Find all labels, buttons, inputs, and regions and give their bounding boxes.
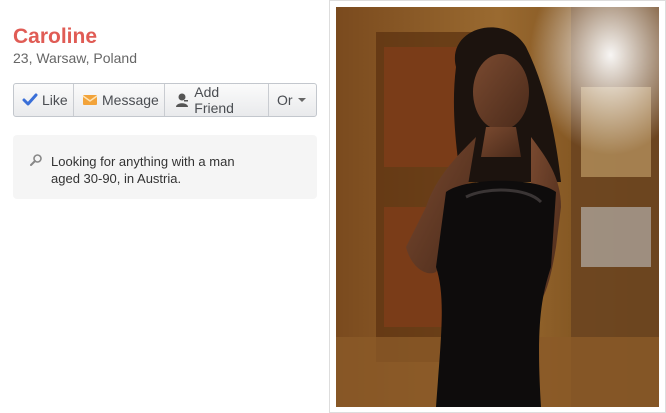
looking-for-box: Looking for anything with a man aged 30-…: [13, 135, 317, 199]
profile-photo[interactable]: [336, 7, 659, 407]
like-label: Like: [42, 92, 68, 108]
chevron-down-icon: [297, 98, 306, 102]
message-label: Message: [102, 92, 159, 108]
add-friend-button[interactable]: Add Friend: [165, 84, 269, 116]
profile-action-group: Like Message Add Friend Or: [13, 83, 317, 117]
like-button[interactable]: Like: [14, 84, 74, 116]
profile-name: Caroline: [13, 25, 98, 48]
checkmark-icon: [22, 92, 38, 108]
person-add-icon: [173, 92, 190, 108]
profile-photo-frame[interactable]: [329, 0, 666, 413]
or-dropdown-button[interactable]: Or: [269, 84, 316, 116]
message-button[interactable]: Message: [74, 84, 165, 116]
or-label: Or: [277, 92, 293, 108]
magnifier-icon: [29, 153, 43, 167]
profile-meta: 23, Warsaw, Poland: [13, 50, 137, 66]
add-friend-label: Add Friend: [194, 84, 234, 116]
looking-for-line-2: aged 30-90, in Austria.: [51, 171, 182, 186]
looking-for-line-1: Looking for anything with a man: [51, 154, 235, 169]
envelope-icon: [82, 92, 98, 108]
looking-for-text: Looking for anything with a man aged 30-…: [51, 153, 271, 187]
